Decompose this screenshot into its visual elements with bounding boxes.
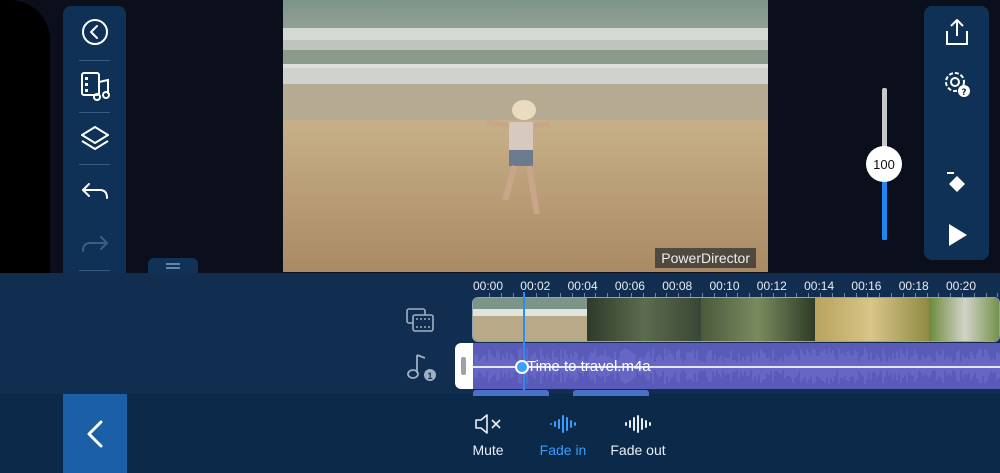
music-note-icon: 1 xyxy=(402,350,438,384)
preview-image xyxy=(283,0,768,272)
right-toolbar: ? xyxy=(924,6,989,260)
ruler-time-label: 00:12 xyxy=(756,279,787,293)
audio-clip-name: Time to travel.m4a xyxy=(527,358,651,375)
ruler-time-label: 00:10 xyxy=(709,279,740,293)
volume-knob[interactable]: 100 xyxy=(866,146,902,182)
ruler-time-label: 00:14 xyxy=(804,279,835,293)
video-track-icon xyxy=(402,304,438,336)
chevron-left-icon xyxy=(87,420,103,447)
divider xyxy=(79,164,110,165)
undo-icon[interactable] xyxy=(63,170,126,214)
watermark: PowerDirector xyxy=(655,248,756,268)
ruler-time-label: 00:08 xyxy=(662,279,693,293)
playhead[interactable] xyxy=(523,292,525,394)
ruler-time-label: 00:20 xyxy=(946,279,977,293)
timeline-drag-handle[interactable] xyxy=(148,258,198,274)
back-circle-icon[interactable] xyxy=(63,10,126,54)
video-clip-track[interactable] xyxy=(472,297,1000,342)
share-export-icon[interactable] xyxy=(924,10,989,54)
clip-peek xyxy=(573,390,649,396)
fade-out-label: Fade out xyxy=(610,442,666,458)
divider xyxy=(79,112,110,113)
app: PowerDirector 100 ? 00:00 00:02 00:04 00:06… xyxy=(0,0,1000,473)
keyframe-icon[interactable] xyxy=(924,161,989,205)
audio-clip[interactable]: Time to travel.m4a xyxy=(455,343,1000,389)
ruler-time-label: 00:16 xyxy=(851,279,882,293)
video-preview[interactable]: PowerDirector xyxy=(283,0,768,272)
divider xyxy=(79,270,110,271)
fade-in-label: Fade in xyxy=(539,442,587,458)
audio-track-number: 1 xyxy=(427,371,432,381)
mute-label: Mute xyxy=(472,442,504,458)
svg-text:?: ? xyxy=(961,88,966,98)
clip-peek xyxy=(473,390,549,396)
ruler-time-label: 00:04 xyxy=(567,279,598,293)
media-music-icon[interactable] xyxy=(63,64,126,108)
video-thumbnail xyxy=(587,298,701,341)
video-thumbnail xyxy=(815,298,929,341)
mute-button[interactable]: Mute xyxy=(453,412,523,458)
settings-help-icon[interactable]: ? xyxy=(924,62,989,106)
fade-out-icon xyxy=(625,415,651,433)
ruler-time-label: 00:02 xyxy=(520,279,551,293)
play-icon[interactable] xyxy=(924,213,989,257)
speaker-mute-icon xyxy=(475,414,501,434)
divider xyxy=(79,60,110,61)
redo-icon[interactable] xyxy=(63,223,126,267)
layers-icon[interactable] xyxy=(63,117,126,161)
playhead-knob[interactable] xyxy=(515,360,529,374)
video-thumbnail xyxy=(929,298,999,341)
ruler-time-label: 00:18 xyxy=(898,279,929,293)
ruler-time-label: 00:00 xyxy=(473,279,504,293)
video-thumbnail xyxy=(701,298,815,341)
fade-out-button[interactable]: Fade out xyxy=(603,412,673,458)
fade-in-button[interactable]: Fade in xyxy=(528,412,598,458)
video-thumbnail xyxy=(473,298,587,341)
ruler-time-label: 00:06 xyxy=(614,279,645,293)
ruler-tick xyxy=(997,293,999,297)
fade-in-icon xyxy=(550,415,576,433)
back-button[interactable] xyxy=(63,394,127,473)
